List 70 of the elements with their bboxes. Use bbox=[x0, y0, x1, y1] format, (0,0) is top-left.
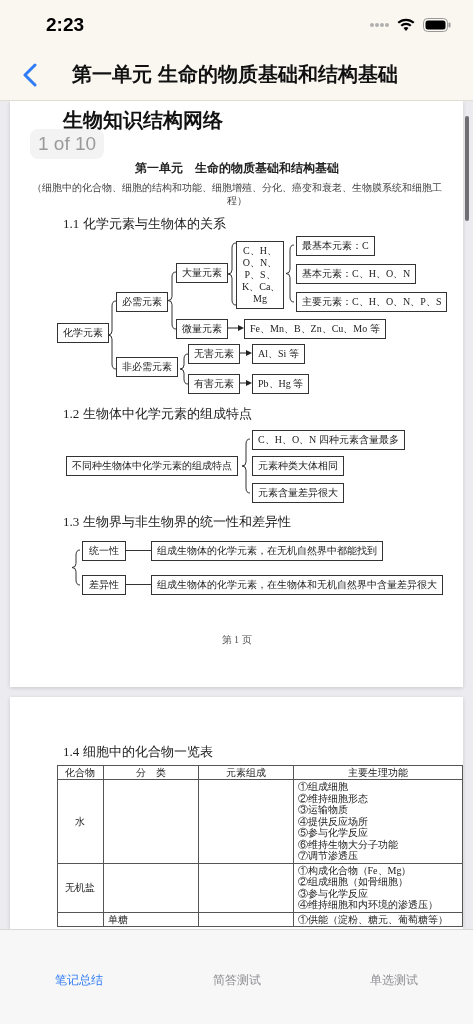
function-item: ①供能（淀粉、糖元、葡萄糖等） bbox=[297, 913, 449, 926]
diagram-node: 化学元素 bbox=[57, 322, 109, 343]
back-chevron-icon bbox=[23, 62, 37, 87]
function-item: ⑦调节渗透压 bbox=[297, 850, 359, 862]
battery-icon bbox=[423, 17, 451, 32]
brace bbox=[228, 242, 236, 305]
function-item: ②维持细胞形态 bbox=[297, 792, 369, 804]
diagram-node: Fe、Mn、B、Zn、Cu、Mo 等 bbox=[244, 318, 386, 339]
diagram-node: 不同种生物体中化学元素的组成特点 bbox=[66, 455, 238, 476]
section-heading: 1.1 化学元素与生物体的关系 bbox=[63, 214, 226, 233]
arrow bbox=[228, 324, 244, 331]
function-item: ④维持细胞和内环境的渗透压） bbox=[297, 899, 439, 911]
diagram-node: C、H、 O、N、 P、S、 K、Ca、 Mg bbox=[236, 240, 284, 309]
function-item: ①构成化合物（Fe、Mg） bbox=[297, 864, 413, 877]
arrow bbox=[240, 349, 252, 356]
function-item: ③参与化学反应 bbox=[297, 887, 368, 900]
diagram-node: 必需元素 bbox=[116, 291, 168, 312]
brace bbox=[286, 244, 294, 302]
diagram-node: 最基本元素：C bbox=[296, 235, 375, 256]
function-item: ②组成细胞（如骨细胞） bbox=[297, 876, 409, 888]
table-cell: 水 bbox=[57, 779, 104, 864]
brace bbox=[168, 271, 176, 329]
diagram-node: C、H、O、N 四种元素含量最多 bbox=[252, 429, 405, 450]
column-header: 化合物 bbox=[57, 765, 104, 780]
connector-line bbox=[126, 549, 151, 551]
tab[interactable]: 笔记总结 bbox=[0, 968, 158, 994]
table-cell: 无机盐 bbox=[57, 863, 104, 913]
function-item: ⑤参与化学反应 bbox=[297, 827, 369, 839]
diagram-node: 微量元素 bbox=[176, 318, 228, 339]
diagram-node: 组成生物体的化学元素，在无机自然界中都能找到 bbox=[151, 540, 383, 561]
tab[interactable]: 单选测试 bbox=[315, 968, 473, 994]
function-item: ④提供反应场所 bbox=[297, 815, 369, 828]
table-cell bbox=[57, 912, 104, 927]
section-heading: 1.2 生物体中化学元素的组成特点 bbox=[63, 404, 252, 423]
brace bbox=[242, 438, 250, 493]
section-heading: 1.3 生物界与非生物界的统一性和差异性 bbox=[63, 512, 291, 531]
diagram-node: 元素含量差异很大 bbox=[252, 482, 344, 503]
diagram-node: Pb、Hg 等 bbox=[252, 373, 310, 394]
diagram-node: 主要元素：C、H、O、N、P、S bbox=[296, 291, 448, 312]
page-number: 第 1 页 bbox=[221, 632, 252, 647]
table-cell: 单糖 bbox=[103, 912, 199, 927]
column-header: 元素组成 bbox=[198, 765, 293, 780]
function-item: ①组成细胞 bbox=[297, 781, 349, 793]
section-heading: 1.4 细胞中的化合物一览表 bbox=[63, 742, 213, 761]
column-header: 分 类 bbox=[103, 765, 199, 780]
diagram-node: 非必需元素 bbox=[116, 356, 178, 377]
diagram-node: 统一性 bbox=[82, 540, 126, 561]
diagram-node: 无害元素 bbox=[188, 343, 240, 364]
tab[interactable]: 简答测试 bbox=[157, 968, 316, 994]
wifi-icon bbox=[397, 17, 415, 32]
brace bbox=[180, 353, 188, 384]
unit-subtitle: （细胞中的化合物、细胞的结构和功能、细胞增殖、分化、癌变和衰老、生物膜系统和细胞工程） bbox=[30, 180, 443, 207]
brace bbox=[108, 300, 116, 369]
diagram-node: 有害元素 bbox=[188, 373, 240, 394]
column-header: 主要生理功能 bbox=[293, 765, 463, 780]
signal-icon bbox=[369, 21, 389, 28]
diagram-node: 基本元素：C、H、O、N bbox=[296, 263, 417, 284]
diagram-node: Al、Si 等 bbox=[252, 343, 305, 364]
unit-title: 第一单元 生命的物质基础和结构基础 bbox=[134, 159, 339, 177]
function-item: ⑥维持生物大分子功能 bbox=[297, 838, 399, 851]
arrow bbox=[240, 379, 252, 386]
diagram-node: 组成生物体的化学元素，在生物体和无机自然界中含量差异很大 bbox=[151, 574, 443, 595]
diagram-node: 大量元素 bbox=[176, 262, 228, 283]
brace bbox=[72, 549, 80, 585]
connector-line bbox=[126, 583, 151, 585]
diagram-node: 差异性 bbox=[82, 574, 126, 595]
function-item: ③运输物质 bbox=[297, 804, 349, 816]
status-time: 2:23 bbox=[46, 13, 85, 36]
nav-title: 第一单元 生命的物质基础和结构基础 bbox=[72, 62, 398, 88]
diagram-node: 元素种类大体相同 bbox=[252, 455, 344, 476]
